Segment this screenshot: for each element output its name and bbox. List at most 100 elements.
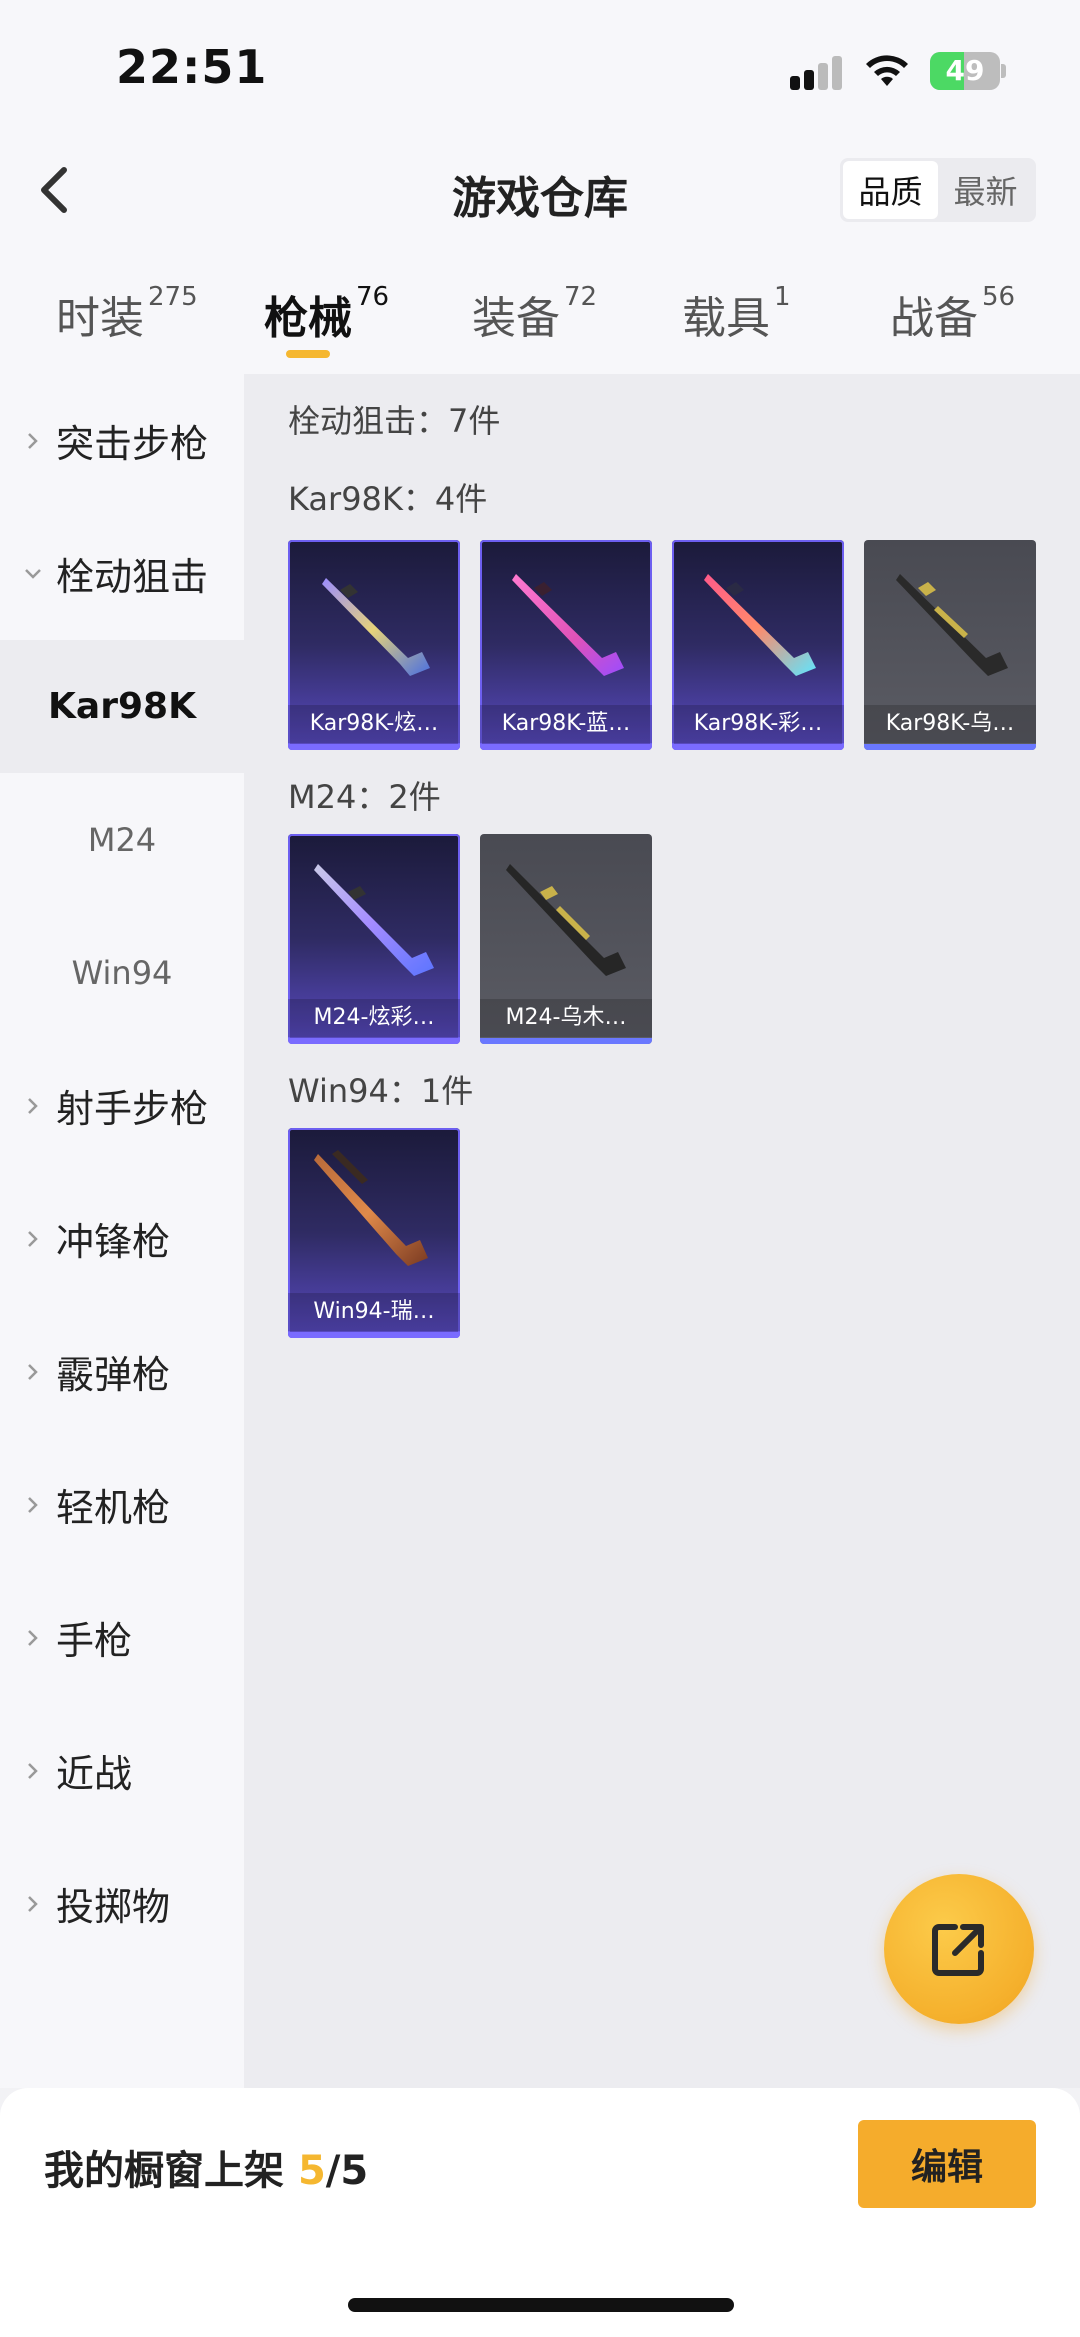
chevron-down-icon: [25, 568, 41, 579]
tab-label: 时装: [56, 293, 144, 344]
rarity-bar: [480, 1038, 652, 1044]
header: 游戏仓库 品质 最新: [0, 140, 1080, 240]
sidebar-item-label: 手枪: [56, 1619, 133, 1663]
chevron-right-icon: [28, 1762, 38, 1779]
sidebar-item-lmg[interactable]: 轻机枪: [0, 1438, 244, 1571]
sidebar-item-label: 投掷物: [56, 1885, 171, 1929]
wifi-icon: [866, 55, 908, 86]
rifle-skin-image: [512, 574, 624, 676]
sidebar-item-marksman-rifle[interactable]: 射手步枪: [0, 1039, 244, 1172]
sidebar-subitem-kar98k[interactable]: Kar98K: [0, 640, 244, 773]
home-indicator[interactable]: [348, 2298, 734, 2312]
rifle-skin-image: [896, 574, 1008, 676]
status-bar: 22:51 49: [0, 0, 1080, 140]
sidebar-item-throwable[interactable]: 投掷物: [0, 1837, 244, 1970]
chevron-right-icon: [28, 1230, 38, 1247]
item-card[interactable]: M24-乌木…: [480, 834, 652, 1044]
item-name: Win94-瑞…: [288, 1293, 460, 1331]
sidebar-item-assault-rifle[interactable]: 突击步枪: [0, 374, 244, 507]
sidebar: 突击步枪 栓动狙击 Kar98K M24 Win94 射手步枪 冲锋枪 霰弹枪 …: [0, 374, 244, 2088]
sidebar-item-pistol[interactable]: 手枪: [0, 1571, 244, 1704]
rifle-skin-image: [314, 1150, 428, 1266]
tab-equipment[interactable]: 装备 72: [472, 282, 597, 362]
sidebar-item-label: 栓动狙击: [56, 555, 209, 599]
rarity-bar: [480, 744, 652, 750]
tab-supplies[interactable]: 战备 56: [890, 282, 1015, 362]
chevron-right-icon: [28, 1895, 38, 1912]
item-name: Kar98K-乌…: [864, 705, 1036, 743]
back-button[interactable]: [30, 160, 90, 220]
rarity-bar: [288, 1038, 460, 1044]
rarity-bar: [288, 1332, 460, 1338]
showcase-current: 5: [297, 2148, 326, 2194]
category-summary: 栓动狙击：7件: [288, 402, 501, 440]
battery-level: 49: [945, 54, 985, 87]
rarity-bar: [672, 744, 844, 750]
sort-by-newest[interactable]: 最新: [938, 161, 1033, 219]
tab-label: 载具: [682, 293, 770, 344]
tab-label: 装备: [472, 293, 560, 344]
item-card[interactable]: Kar98K-彩…: [672, 540, 844, 750]
sidebar-item-label: 冲锋枪: [56, 1220, 171, 1264]
sidebar-subitem-win94[interactable]: Win94: [0, 906, 244, 1039]
sidebar-item-label: 霰弹枪: [56, 1353, 171, 1397]
tab-count: 56: [982, 282, 1016, 312]
share-external-icon: [932, 1924, 984, 1976]
rifle-skin-image: [704, 574, 816, 676]
sidebar-item-label: 轻机枪: [56, 1486, 171, 1530]
tab-count: 275: [148, 282, 198, 312]
item-card[interactable]: Kar98K-蓝…: [480, 540, 652, 750]
tab-count: 76: [356, 282, 390, 312]
chevron-right-icon: [28, 432, 38, 449]
edit-button[interactable]: 编辑: [858, 2120, 1036, 2208]
item-grid-panel: 栓动狙击：7件 Kar98K：4件 Kar98K-炫… Kar98K-蓝… Ka…: [244, 374, 1080, 2088]
item-name: Kar98K-蓝…: [480, 705, 652, 743]
item-name: Kar98K-炫…: [288, 705, 460, 743]
rarity-bar: [288, 744, 460, 750]
chevron-right-icon: [28, 1496, 38, 1513]
chevron-right-icon: [28, 1097, 38, 1114]
showcase-label: 我的橱窗上架: [44, 2148, 284, 2194]
back-arrow-icon: [41, 167, 67, 213]
sidebar-item-bolt-sniper[interactable]: 栓动狙击: [0, 507, 244, 640]
group-title-win94: Win94：1件: [288, 1072, 474, 1110]
sidebar-subitem-m24[interactable]: M24: [0, 773, 244, 906]
chevron-right-icon: [28, 1629, 38, 1646]
status-time: 22:51: [116, 40, 268, 94]
item-name: Kar98K-彩…: [672, 705, 844, 743]
item-card[interactable]: M24-炫彩…: [288, 834, 460, 1044]
sort-toggle: 品质 最新: [840, 158, 1036, 222]
rifle-skin-image: [322, 578, 430, 676]
item-card[interactable]: Win94-瑞…: [288, 1128, 460, 1338]
rarity-bar: [864, 744, 1036, 750]
item-name: M24-炫彩…: [288, 999, 460, 1037]
showcase-total: /5: [325, 2148, 369, 2194]
tab-label: 枪械: [264, 293, 352, 344]
share-button[interactable]: [884, 1874, 1034, 2024]
group-title-m24: M24：2件: [288, 778, 441, 816]
active-tab-indicator: [286, 350, 330, 358]
rifle-skin-image: [506, 864, 626, 976]
cellular-signal-icon: [790, 56, 844, 90]
battery-icon: 49: [930, 52, 1006, 90]
item-name: M24-乌木…: [480, 999, 652, 1037]
sidebar-item-smg[interactable]: 冲锋枪: [0, 1172, 244, 1305]
sidebar-item-shotgun[interactable]: 霰弹枪: [0, 1305, 244, 1438]
rifle-skin-image: [314, 864, 434, 976]
item-card[interactable]: Kar98K-乌…: [864, 540, 1036, 750]
sidebar-item-label: 突击步枪: [56, 422, 209, 466]
tab-count: 1: [774, 282, 791, 312]
tab-fashion[interactable]: 时装 275: [56, 282, 198, 362]
sidebar-item-melee[interactable]: 近战: [0, 1704, 244, 1837]
tab-count: 72: [564, 282, 598, 312]
sidebar-item-label: 射手步枪: [56, 1087, 209, 1131]
sort-by-quality[interactable]: 品质: [843, 161, 938, 219]
chevron-right-icon: [28, 1363, 38, 1380]
tab-label: 战备: [890, 293, 978, 344]
group-title-kar98k: Kar98K：4件: [288, 480, 488, 518]
showcase-count: 我的橱窗上架 5/5: [44, 2138, 368, 2196]
sidebar-item-label: 近战: [56, 1752, 133, 1796]
tab-vehicles[interactable]: 载具 1: [682, 282, 791, 362]
category-tabs: 时装 275 枪械 76 装备 72 载具 1 战备 56: [0, 240, 1080, 374]
item-card[interactable]: Kar98K-炫…: [288, 540, 460, 750]
